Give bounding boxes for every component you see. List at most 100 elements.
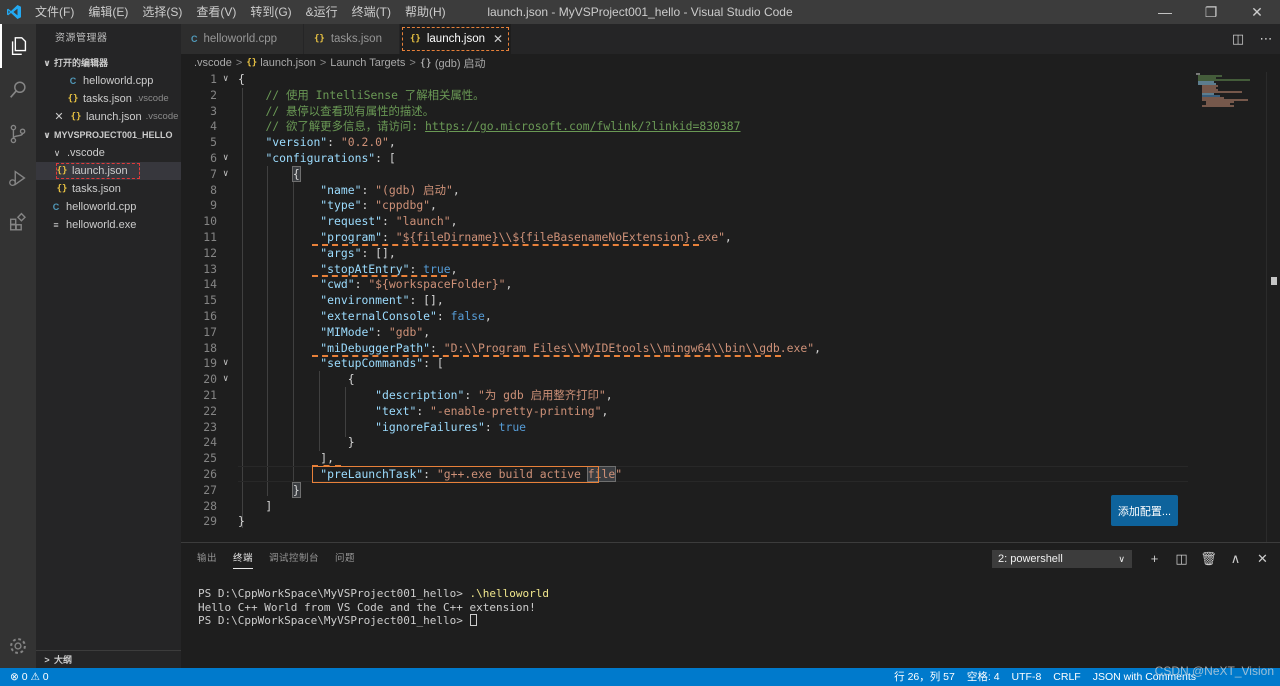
close-editor-icon[interactable]: ✕ [52, 108, 66, 126]
file-tasks-json[interactable]: {} tasks.json [36, 180, 181, 198]
file-helloworld-cpp[interactable]: C helloworld.cpp [36, 198, 181, 216]
code-line: 7 ∨ { [210, 165, 301, 182]
source-control-icon[interactable] [0, 112, 36, 156]
folder-label: .vscode [67, 147, 105, 159]
panel-actions: + ◫ 🗑︎ ∧ ✕ [1141, 550, 1276, 568]
restore-icon[interactable]: ❐ [1188, 0, 1234, 24]
tab-terminal[interactable]: 终端 [233, 543, 254, 575]
trash-icon[interactable]: 🗑︎ [1195, 550, 1222, 568]
title-bar: 文件(F) 编辑(E) 选择(S) 查看(V) 转到(G) &运行 终端(T) … [0, 0, 1280, 24]
code-line: 27 } [203, 481, 301, 498]
code-line: 12 "args": [], [203, 245, 396, 260]
explorer-sidebar: 资源管理器 ∨ 打开的编辑器 C helloworld.cpp {} tasks… [36, 24, 181, 668]
terminal-select-value: 2: powershell [998, 553, 1063, 565]
terminal-output[interactable]: PS D:\CppWorkSpace\MyVSProject001_hello>… [198, 587, 549, 628]
more-actions-icon[interactable]: ⋯ [1252, 31, 1280, 47]
tab-helloworld-cpp[interactable]: C helloworld.cpp [181, 24, 304, 54]
code-line: 23 "ignoreFailures": true [203, 419, 527, 434]
code-line: 4 // 欲了解更多信息，请访问: https://go.microsoft.c… [210, 119, 741, 134]
json-file-icon: {} [246, 58, 258, 68]
encoding[interactable]: UTF-8 [1012, 668, 1042, 686]
terminal-line: PS D:\CppWorkSpace\MyVSProject001_hello> [198, 614, 549, 628]
file-launch-json[interactable]: {} launch.json [36, 162, 181, 180]
tab-problems[interactable]: 问题 [335, 543, 355, 575]
code-line: 2 // 使用 IntelliSense 了解相关属性。 [210, 87, 485, 102]
project-section[interactable]: ∨ MYVSPROJECT001_HELLO [36, 126, 181, 144]
code-line: 14 "cwd": "${workspaceFolder}", [203, 277, 513, 292]
open-editors-section[interactable]: ∨ 打开的编辑器 [36, 54, 181, 72]
open-editors-title: 打开的编辑器 [54, 58, 109, 68]
json-file-icon: {} [314, 34, 325, 44]
menu-run[interactable]: &运行 [299, 0, 345, 24]
menu-help[interactable]: 帮助(H) [398, 0, 453, 24]
code-line: 22 "text": "-enable-pretty-printing", [203, 403, 609, 418]
file-helloworld-exe[interactable]: ≡ helloworld.exe [36, 216, 181, 234]
panel-tabs: 输出 终端 调试控制台 问题 [197, 543, 371, 575]
editor-scrollbar[interactable] [1266, 72, 1280, 542]
new-terminal-icon[interactable]: + [1141, 550, 1168, 568]
project-title: MYVSPROJECT001_HELLO [54, 130, 173, 140]
search-icon[interactable] [0, 68, 36, 112]
cursor-position[interactable]: 行 26，列 57 [894, 668, 955, 686]
sidebar-title: 资源管理器 [55, 33, 108, 44]
menu-edit[interactable]: 编辑(E) [81, 0, 135, 24]
chevron-down-icon: ∨ [1118, 554, 1125, 564]
menu-file[interactable]: 文件(F) [28, 0, 81, 24]
extensions-icon[interactable] [0, 200, 36, 244]
tab-tasks-json[interactable]: {} tasks.json [304, 24, 400, 54]
open-editor-tasks-json[interactable]: {} tasks.json .vscode [36, 90, 181, 108]
outline-title: 大纲 [54, 655, 73, 665]
terminal-select[interactable]: 2: powershell ∨ [992, 550, 1132, 568]
status-bar: ⊗ 0 ⚠ 0 行 26，列 57 空格: 4 UTF-8 CRLF JSON … [0, 668, 1280, 686]
window-controls: — ❐ ✕ [1142, 0, 1280, 24]
close-icon[interactable]: ✕ [1234, 0, 1280, 24]
breadcrumb-config[interactable]: (gdb) 启动 [435, 55, 486, 71]
code-line: 29} [203, 514, 245, 529]
open-editor-label: helloworld.cpp [83, 75, 154, 87]
file-label: helloworld.exe [66, 219, 137, 231]
terminal-cursor [469, 614, 477, 626]
code-line: 20 ∨ { [203, 372, 355, 387]
open-editor-launch-json[interactable]: ✕ {} launch.json .vscode [36, 108, 181, 126]
tab-launch-json[interactable]: {} launch.json ✕ [400, 24, 512, 54]
folder-vscode[interactable]: ∨ .vscode [36, 144, 181, 162]
tab-output[interactable]: 输出 [197, 543, 217, 575]
menu-go[interactable]: 转到(G) [243, 0, 298, 24]
problems-indicator[interactable]: ⊗ 0 ⚠ 0 [10, 668, 49, 686]
menu-bar: 文件(F) 编辑(E) 选择(S) 查看(V) 转到(G) &运行 终端(T) … [28, 0, 453, 24]
tab-actions: ◫ ⋯ [1224, 24, 1280, 54]
menu-terminal[interactable]: 终端(T) [345, 0, 398, 24]
chevron-down-icon: ∨ [43, 58, 51, 68]
split-editor-icon[interactable]: ◫ [1224, 31, 1252, 47]
tab-debug-console[interactable]: 调试控制台 [269, 543, 319, 575]
explorer-icon[interactable] [0, 24, 36, 68]
maximize-panel-icon[interactable]: ∧ [1222, 550, 1249, 568]
menu-selection[interactable]: 选择(S) [135, 0, 189, 24]
code-line: 24 } [203, 435, 355, 450]
open-editor-helloworld-cpp[interactable]: C helloworld.cpp [36, 72, 181, 90]
minimap[interactable] [1194, 72, 1266, 112]
split-terminal-icon[interactable]: ◫ [1168, 550, 1195, 568]
json-file-icon: {} [56, 184, 68, 194]
annotation-box [312, 466, 599, 483]
settings-gear-icon[interactable] [0, 624, 36, 668]
code-line: 8 "name": "(gdb) 启动", [210, 182, 460, 197]
breadcrumb-launch-targets[interactable]: Launch Targets [330, 57, 405, 69]
line-ending[interactable]: CRLF [1053, 668, 1080, 686]
chevron-down-icon: ∨ [43, 130, 51, 140]
activity-bar [0, 24, 36, 668]
breadcrumb-file[interactable]: launch.json [260, 57, 316, 69]
menu-view[interactable]: 查看(V) [189, 0, 243, 24]
add-configuration-button[interactable]: 添加配置... [1111, 495, 1178, 526]
open-editor-label: launch.json [86, 111, 142, 123]
code-editor[interactable]: 1 ∨{ 2 // 使用 IntelliSense 了解相关属性。 3 // 悬停… [181, 72, 1280, 542]
indentation[interactable]: 空格: 4 [967, 668, 1000, 686]
scrollbar-cursor-marker [1271, 277, 1277, 285]
vscode-logo-icon [0, 0, 28, 24]
run-debug-icon[interactable] [0, 156, 36, 200]
binary-file-icon: ≡ [53, 220, 59, 230]
minimize-icon[interactable]: — [1142, 0, 1188, 24]
breadcrumb-folder[interactable]: .vscode [194, 57, 232, 69]
close-panel-icon[interactable]: ✕ [1249, 550, 1276, 568]
outline-section[interactable]: > 大纲 [36, 650, 181, 668]
